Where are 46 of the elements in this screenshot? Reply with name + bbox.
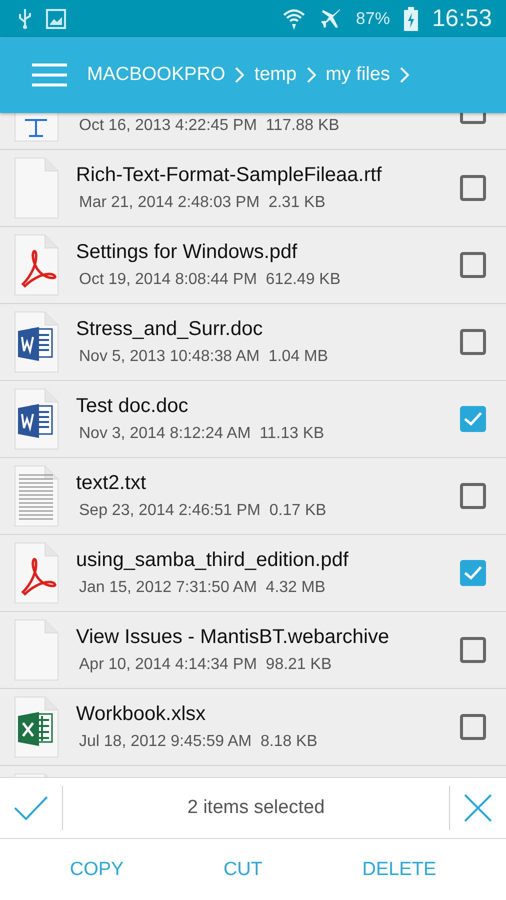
- chevron-icon: [306, 67, 316, 83]
- checkbox[interactable]: [460, 483, 486, 509]
- file-details: Mar 21, 2014 2:48:03 PM 2.31 KB: [79, 194, 326, 212]
- checkbox[interactable]: [460, 714, 486, 740]
- wifi-icon: [282, 6, 306, 30]
- file-details: Jan 15, 2012 7:31:50 AM 4.32 MB: [79, 579, 326, 597]
- file-name: text2.txt: [76, 472, 146, 494]
- file-details: Apr 10, 2014 4:14:34 PM 98.21 KB: [79, 656, 333, 674]
- check-icon: [463, 411, 483, 427]
- file-details: Nov 3, 2014 8:12:24 AM 11.13 KB: [79, 425, 326, 443]
- checkbox[interactable]: [460, 560, 486, 586]
- checkbox[interactable]: [460, 329, 486, 355]
- file-details: Oct 16, 2013 4:22:45 PM 117.88 KB: [79, 117, 340, 135]
- checkbox[interactable]: [460, 637, 486, 663]
- pdf-icon: [13, 234, 60, 296]
- battery-percent: 87%: [356, 8, 390, 28]
- spreadsheet-icon: [13, 696, 60, 758]
- pdf-icon: [13, 542, 60, 604]
- text-document-icon: [13, 465, 60, 527]
- file-name: Settings for Windows.pdf: [76, 241, 298, 263]
- image-icon: [46, 8, 66, 30]
- file-name: View Issues - MantisBT.webarchive: [76, 626, 390, 648]
- file-name: Stress_and_Surr.doc: [76, 318, 263, 340]
- checkbox[interactable]: [460, 406, 486, 432]
- file-details: Jul 18, 2012 9:45:59 AM 8.18 KB: [79, 733, 318, 751]
- check-icon: [463, 565, 483, 581]
- battery-charging-icon: [404, 6, 418, 30]
- document-icon: [13, 619, 60, 681]
- file-details: Oct 19, 2014 8:08:44 PM 612.49 KB: [79, 271, 342, 289]
- checkbox[interactable]: [460, 175, 486, 201]
- file-details: Nov 5, 2013 10:48:38 AM 1.04 MB: [79, 348, 330, 366]
- document-icon: [13, 157, 60, 219]
- file-name: using_samba_third_edition.pdf: [76, 549, 348, 571]
- chevron-icon: [235, 67, 244, 83]
- word-icon: [13, 311, 60, 373]
- file-details: Sep 23, 2014 2:46:51 PM 0.17 KB: [79, 502, 328, 520]
- selection-count: 2 items selected: [186, 797, 326, 819]
- file-name: Test doc.doc: [76, 395, 188, 417]
- checkbox[interactable]: [460, 252, 486, 278]
- clock-time: 16:53: [432, 4, 492, 32]
- file-name: Workbook.xlsx: [76, 703, 206, 725]
- usb-icon: [18, 8, 32, 30]
- word-icon: [13, 388, 60, 450]
- file-name: Rich-Text-Format-SampleFileaa.rtf: [76, 164, 382, 186]
- airplane-icon: [320, 8, 342, 30]
- chevron-icon: [400, 67, 409, 83]
